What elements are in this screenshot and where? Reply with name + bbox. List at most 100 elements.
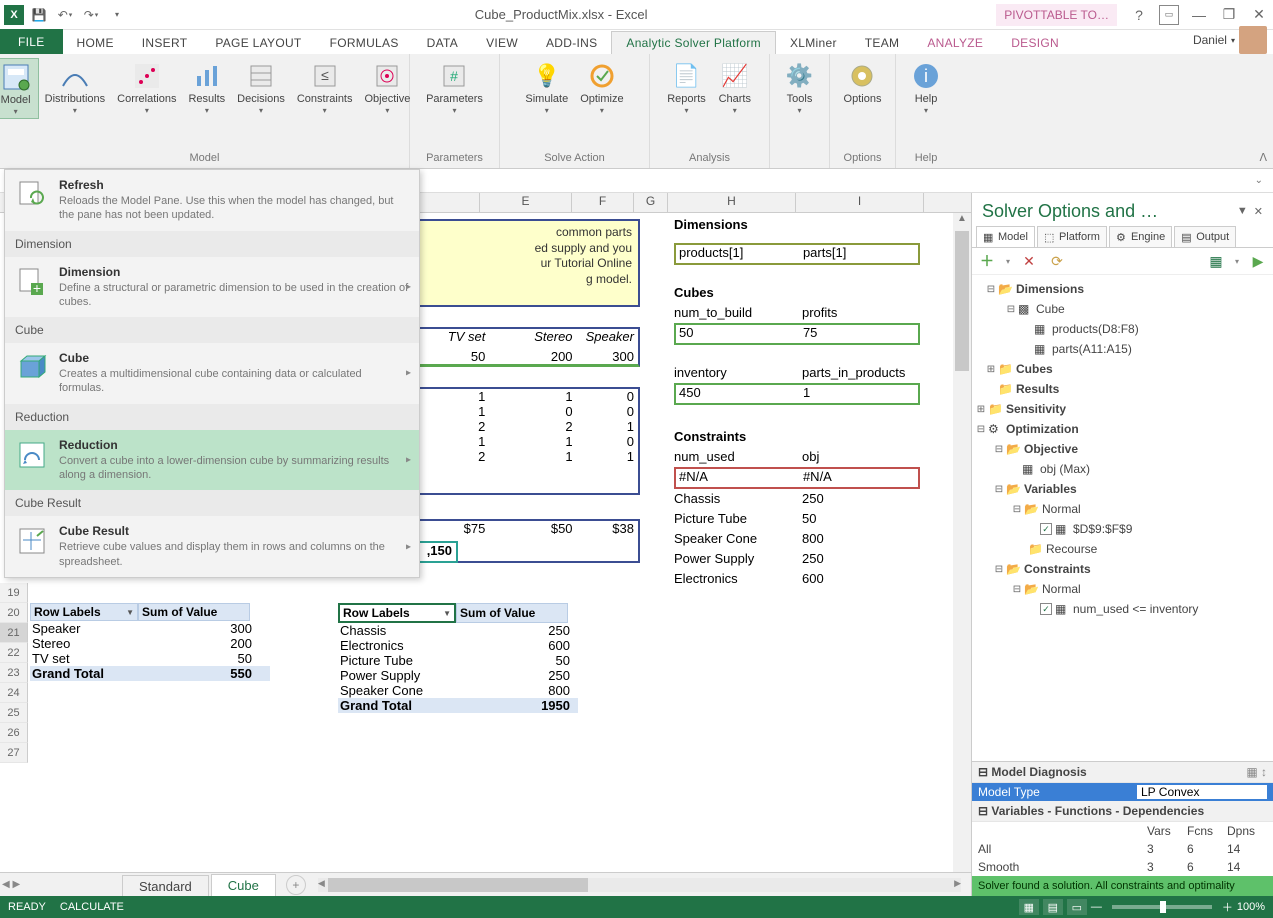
filter-dropdown-icon[interactable]: ▼ <box>126 608 134 617</box>
expand-icon[interactable]: ⊞ <box>974 404 988 415</box>
row-26[interactable]: 26 <box>0 723 28 743</box>
tab-xlminer[interactable]: XLMiner <box>776 31 851 54</box>
tab-design[interactable]: DESIGN <box>997 31 1073 54</box>
row-24[interactable]: 24 <box>0 683 28 703</box>
diag-controls[interactable]: ▦ ↕ <box>1246 765 1267 779</box>
row-22[interactable]: 22 <box>0 643 28 663</box>
restore-button[interactable]: ❐ <box>1219 5 1239 25</box>
filter-dropdown-icon[interactable]: ▼ <box>443 609 451 618</box>
row-20[interactable]: 20 <box>0 603 28 623</box>
help-button[interactable]: ? <box>1129 5 1149 25</box>
run-button[interactable]: ▶ <box>1249 252 1267 270</box>
vertical-scrollbar[interactable]: ▲ ▼ <box>953 213 971 896</box>
charts-button[interactable]: 📈 Charts▾ <box>712 58 758 117</box>
menu-cube-result[interactable]: Cube ResultRetrieve cube values and disp… <box>5 516 419 577</box>
page-layout-view[interactable]: ▤ <box>1043 899 1063 915</box>
new-sheet-button[interactable]: + <box>286 875 306 895</box>
hscroll-thumb[interactable] <box>328 878 588 892</box>
collapse-ribbon[interactable]: ᐱ <box>1259 151 1267 164</box>
row-19[interactable]: 19 <box>0 583 28 603</box>
decisions-button[interactable]: Decisions▾ <box>231 58 291 117</box>
qat-customize[interactable]: ▾ <box>108 6 126 24</box>
tab-analyze[interactable]: ANALYZE <box>913 31 997 54</box>
pane-tab-platform[interactable]: ⬚Platform <box>1037 226 1107 247</box>
row-23[interactable]: 23 <box>0 663 28 683</box>
tab-page-layout[interactable]: PAGE LAYOUT <box>201 31 315 54</box>
pivot-table-2[interactable]: Row Labels▼ Sum of Value Chassis250 Elec… <box>338 603 578 713</box>
expand-icon[interactable]: ⊞ <box>984 364 998 375</box>
reports-button[interactable]: 📄 Reports▾ <box>661 58 712 117</box>
tab-formulas[interactable]: FORMULAS <box>316 31 413 54</box>
zoom-level[interactable]: 100% <box>1237 901 1265 913</box>
col-E[interactable]: E <box>480 193 572 212</box>
excel-link-button[interactable]: ▦ <box>1207 252 1225 270</box>
simulate-button[interactable]: 💡 Simulate▾ <box>519 58 574 117</box>
sheet-tab-standard[interactable]: Standard <box>122 875 209 897</box>
tab-home[interactable]: HOME <box>63 31 128 54</box>
options-button[interactable]: Options <box>838 58 888 107</box>
pivottable-tools-tab[interactable]: PIVOTTABLE TO… <box>996 4 1117 26</box>
expand-formula-bar[interactable]: ⌄ <box>1255 175 1263 186</box>
collapse-icon[interactable]: ⊟ <box>974 424 988 435</box>
collapse-icon[interactable]: ⊟ <box>992 564 1006 575</box>
tab-addins[interactable]: ADD-INS <box>532 31 611 54</box>
distributions-button[interactable]: Distributions▾ <box>39 58 112 117</box>
tab-team[interactable]: TEAM <box>851 31 914 54</box>
undo-button[interactable]: ↶▾ <box>56 6 74 24</box>
col-G[interactable]: G <box>634 193 668 212</box>
correlations-button[interactable]: Correlations▾ <box>111 58 182 117</box>
diag-model-type[interactable]: Model TypeLP Convex <box>972 783 1273 801</box>
scroll-thumb[interactable] <box>955 231 969 371</box>
row-27[interactable]: 27 <box>0 743 28 763</box>
pane-dropdown[interactable]: ▼ <box>1237 205 1248 218</box>
help-button-ribbon[interactable]: i Help▾ <box>903 58 949 117</box>
pane-tab-model[interactable]: ▦Model <box>976 226 1035 247</box>
menu-cube[interactable]: CubeCreates a multidimensional cube cont… <box>5 343 419 404</box>
col-F[interactable]: F <box>572 193 634 212</box>
row-25[interactable]: 25 <box>0 703 28 723</box>
pane-tab-engine[interactable]: ⚙Engine <box>1109 226 1172 247</box>
collapse-icon[interactable]: ⊟ <box>992 484 1006 495</box>
parameters-button[interactable]: # Parameters▾ <box>420 58 489 117</box>
refresh-pane-button[interactable]: ⟳ <box>1048 252 1066 270</box>
collapse-icon[interactable]: ⊟ <box>992 444 1006 455</box>
tab-view[interactable]: VIEW <box>472 31 532 54</box>
horizontal-scrollbar[interactable]: ◀▶ <box>318 878 961 892</box>
normal-view[interactable]: ▦ <box>1019 899 1039 915</box>
tab-analytic-solver[interactable]: Analytic Solver Platform <box>611 31 776 54</box>
objective-button[interactable]: Objective▾ <box>359 58 417 117</box>
menu-reduction[interactable]: ReductionConvert a cube into a lower-dim… <box>5 430 419 491</box>
add-button[interactable]: ＋ <box>978 252 996 270</box>
user-account[interactable]: Daniel▾ <box>1193 26 1273 54</box>
results-button[interactable]: Results▾ <box>182 58 231 117</box>
col-H[interactable]: H <box>668 193 796 212</box>
zoom-in[interactable]: ＋ <box>1222 899 1233 915</box>
ribbon-display-button[interactable]: ▭ <box>1159 5 1179 25</box>
sheet-tab-cube[interactable]: Cube <box>211 874 276 897</box>
col-I[interactable]: I <box>796 193 924 212</box>
delete-button[interactable]: ✕ <box>1020 252 1038 270</box>
checkbox[interactable]: ✓ <box>1040 523 1052 535</box>
page-break-view[interactable]: ▭ <box>1067 899 1087 915</box>
model-tree[interactable]: ⊟📂Dimensions ⊟▩Cube ▦products(D8:F8) ▦pa… <box>972 275 1273 761</box>
tab-insert[interactable]: INSERT <box>128 31 202 54</box>
collapse-icon[interactable]: ⊟ <box>1004 304 1018 315</box>
row-21[interactable]: 21 <box>0 623 28 643</box>
pane-close[interactable]: ✕ <box>1254 205 1263 218</box>
model-button[interactable]: Model▾ <box>0 58 39 119</box>
redo-button[interactable]: ↷▾ <box>82 6 100 24</box>
pivot-table-1[interactable]: Row Labels▼ Sum of Value Speaker300 Ster… <box>30 603 270 681</box>
pane-tab-output[interactable]: ▤Output <box>1174 226 1236 247</box>
zoom-slider[interactable] <box>1112 905 1212 909</box>
tools-button[interactable]: ⚙️ Tools▾ <box>777 58 823 117</box>
tab-file[interactable]: FILE <box>0 29 63 54</box>
save-button[interactable]: 💾 <box>30 6 48 24</box>
checkbox[interactable]: ✓ <box>1040 603 1052 615</box>
minimize-button[interactable]: — <box>1189 5 1209 25</box>
tab-data[interactable]: DATA <box>413 31 472 54</box>
scroll-up[interactable]: ▲ <box>953 213 971 231</box>
zoom-out[interactable]: — <box>1091 901 1102 913</box>
menu-dimension[interactable]: + DimensionDefine a structural or parame… <box>5 257 419 318</box>
close-button[interactable]: ✕ <box>1249 5 1269 25</box>
sheet-nav[interactable]: ◀ ▶ <box>2 879 20 890</box>
